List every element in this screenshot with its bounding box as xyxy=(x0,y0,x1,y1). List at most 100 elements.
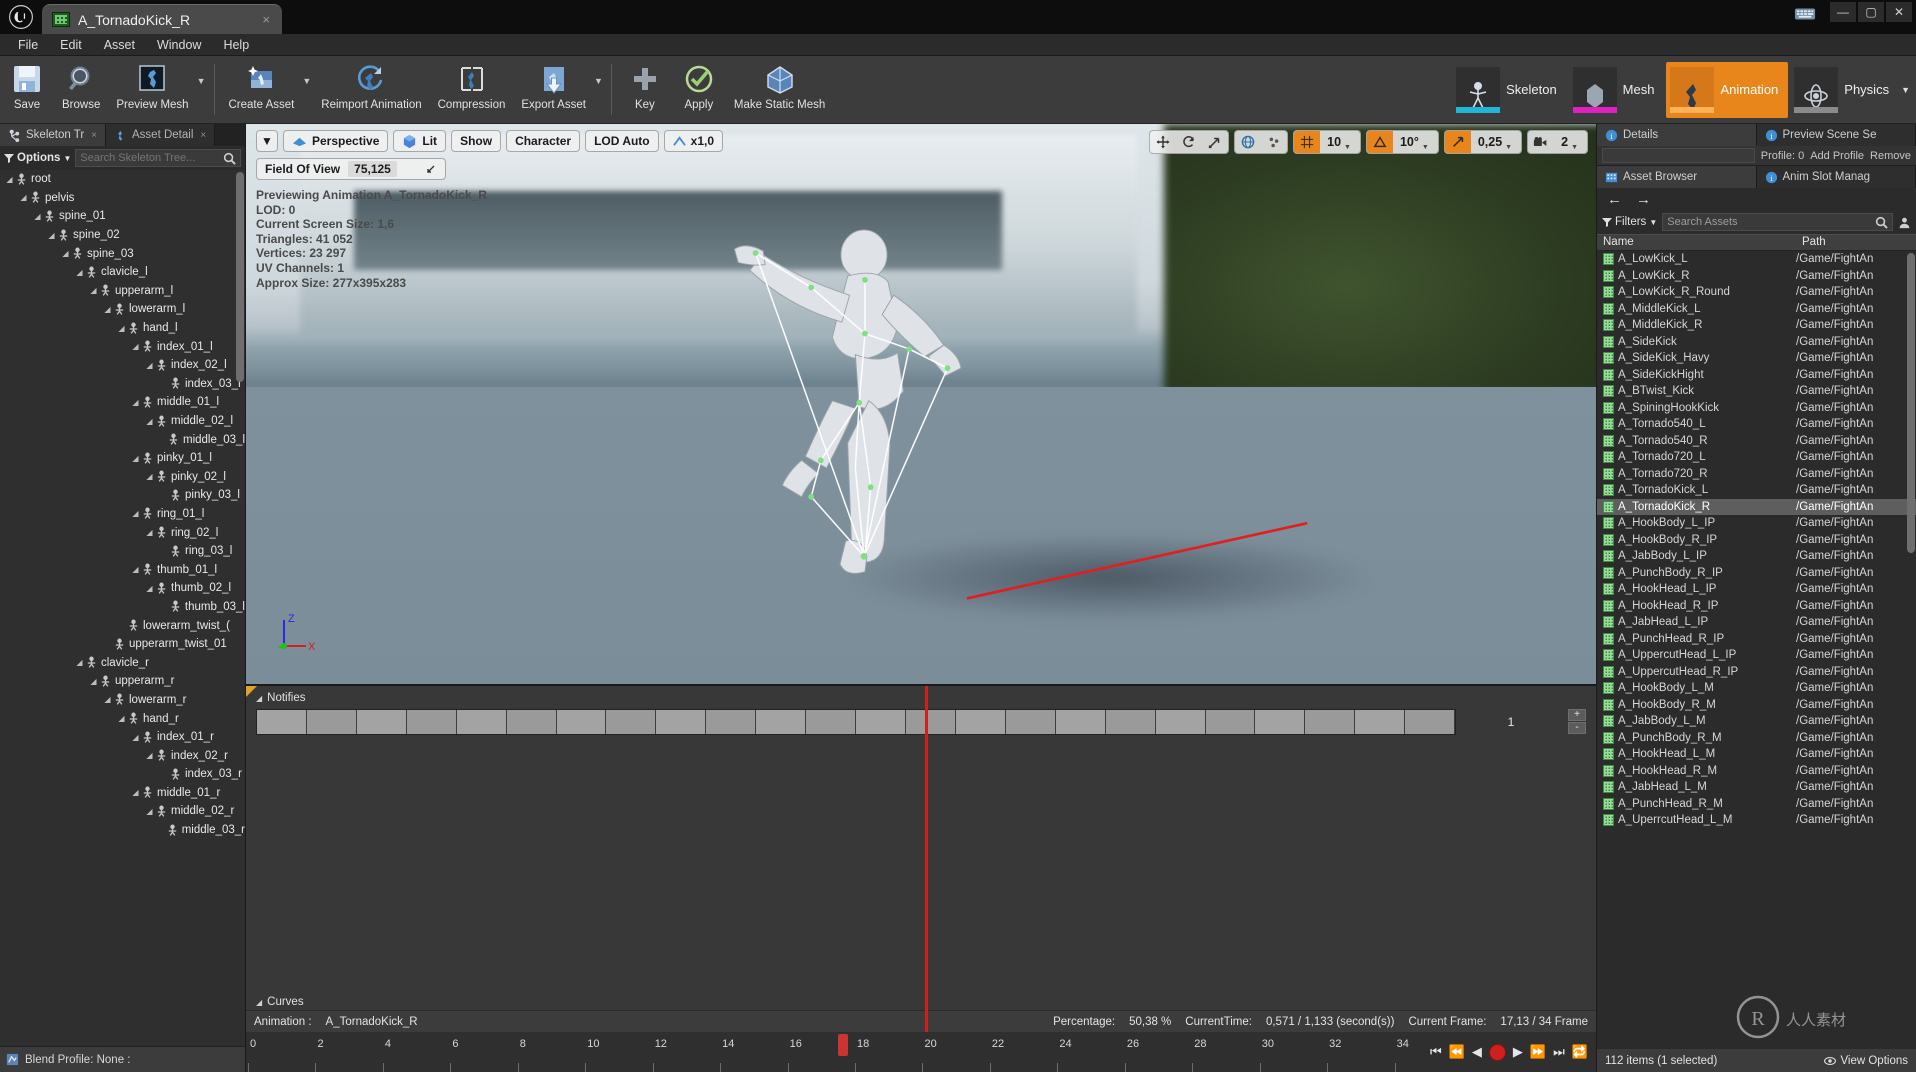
asset-row[interactable]: A_HookHead_R_M/Game/FightAn xyxy=(1597,763,1916,780)
notify-track-segment[interactable] xyxy=(1105,710,1156,734)
asset-row[interactable]: A_UperrcutHead_L_M/Game/FightAn xyxy=(1597,812,1916,829)
skeleton-tree-row[interactable]: ◢ ring_02_l xyxy=(0,523,245,542)
tree-expander-icon[interactable]: ◢ xyxy=(116,324,127,333)
viewport-lod-button[interactable]: LOD Auto xyxy=(585,130,659,152)
toolbar-browse-button[interactable]: Browse xyxy=(54,56,108,123)
notify-track-segment[interactable] xyxy=(756,710,807,734)
notify-track-segment[interactable] xyxy=(1255,710,1306,734)
skeleton-tree-row[interactable]: ◢ thumb_01_l xyxy=(0,560,245,579)
skeleton-tree-row[interactable]: ◢ index_02_l xyxy=(0,356,245,375)
skeleton-tree-row[interactable]: ◢ lowerarm_r xyxy=(0,691,245,710)
menu-file[interactable]: File xyxy=(8,36,48,54)
notify-track-segment[interactable] xyxy=(1205,710,1256,734)
notifies-track[interactable] xyxy=(256,686,1456,1072)
notify-track-segment[interactable] xyxy=(856,710,906,734)
curves-section-header[interactable]: ◢ Curves xyxy=(246,996,1596,1010)
menu-help[interactable]: Help xyxy=(213,36,259,54)
skeleton-tree-row[interactable]: upperarm_twist_01 xyxy=(0,635,245,654)
notify-track-segment[interactable] xyxy=(356,710,407,734)
tab-preview-scene-settings[interactable]: i Preview Scene Se xyxy=(1756,124,1916,146)
skeleton-tree-row[interactable]: lowerarm_twist_( xyxy=(0,616,245,635)
fov-drag-handle-icon[interactable] xyxy=(425,163,437,175)
timeline[interactable]: 0 2 4 6 8 10 12 14 16 18 20 22 24 26 28 30 32 34 ⏮ ⏪ ◀ ▶ … xyxy=(246,1032,1596,1072)
tab-asset-browser[interactable]: Asset Browser xyxy=(1597,166,1757,188)
skeleton-tree-scrollbar[interactable] xyxy=(236,172,244,382)
asset-row[interactable]: A_JabBody_L_M/Game/FightAn xyxy=(1597,713,1916,730)
tab-anim-slot-manager[interactable]: i Anim Slot Manag xyxy=(1756,166,1916,188)
toolbar-preview-mesh-button[interactable]: Preview Mesh xyxy=(108,56,196,123)
skeleton-tree-row[interactable]: middle_03_l xyxy=(0,430,245,449)
create-asset-dropdown-caret[interactable]: ▼ xyxy=(302,56,313,123)
asset-row[interactable]: A_HookBody_L_IP/Game/FightAn xyxy=(1597,515,1916,532)
notify-track-segment[interactable] xyxy=(706,710,757,734)
asset-row[interactable]: A_SpiningHookKick/Game/FightAn xyxy=(1597,400,1916,417)
tree-expander-icon[interactable]: ◢ xyxy=(32,212,43,221)
menu-window[interactable]: Window xyxy=(147,36,211,54)
grid-snap-toggle-icon[interactable] xyxy=(1294,131,1321,153)
skeleton-tree-row[interactable]: ◢ hand_l xyxy=(0,319,245,338)
notify-track-segment[interactable] xyxy=(1155,710,1206,734)
notify-track-segment[interactable] xyxy=(456,710,507,734)
tree-expander-icon[interactable]: ◢ xyxy=(144,584,155,593)
toolbar-compression-button[interactable]: Compression xyxy=(430,56,514,123)
minimize-button[interactable]: — xyxy=(1830,2,1856,22)
remove-notify-track-button[interactable]: - xyxy=(1568,722,1586,734)
skeleton-tree-row[interactable]: ◢ pinky_01_l xyxy=(0,449,245,468)
mode-skeleton-button[interactable]: Skeleton xyxy=(1452,62,1567,118)
grid-snap-caret-icon[interactable]: ▼ xyxy=(1344,144,1351,153)
mode-overflow-caret[interactable]: ▼ xyxy=(1901,85,1910,95)
asset-row[interactable]: A_UppercutHead_R_IP/Game/FightAn xyxy=(1597,664,1916,681)
document-tab[interactable]: A_TornadoKick_R × xyxy=(42,4,282,34)
notify-track-segment[interactable] xyxy=(506,710,557,734)
notify-track-segment[interactable] xyxy=(1355,710,1406,734)
notify-track-segment[interactable] xyxy=(257,710,307,734)
step-backward-button[interactable]: ⏪ xyxy=(1449,1044,1465,1060)
maximize-button[interactable]: ▢ xyxy=(1858,2,1884,22)
record-button[interactable] xyxy=(1488,1043,1506,1061)
asset-row[interactable]: A_Tornado720_L/Game/FightAn xyxy=(1597,449,1916,466)
skip-to-start-button[interactable]: ⏮ xyxy=(1430,1044,1442,1060)
skeleton-tree-row[interactable]: pinky_03_l xyxy=(0,486,245,505)
asset-row[interactable]: A_MiddleKick_L/Game/FightAn xyxy=(1597,301,1916,318)
camera-speed-value[interactable]: 2 ▼ xyxy=(1554,131,1587,153)
asset-row[interactable]: A_LowKick_R/Game/FightAn xyxy=(1597,268,1916,285)
tree-expander-icon[interactable]: ◢ xyxy=(130,342,141,351)
toolbar-make-static-mesh-button[interactable]: Make Static Mesh xyxy=(726,56,833,123)
field-of-view-control[interactable]: Field Of View 75,125 xyxy=(256,158,446,180)
viewport-character-button[interactable]: Character xyxy=(506,130,581,152)
rotation-snap-toggle-icon[interactable] xyxy=(1366,131,1393,153)
skeleton-tree-row[interactable]: index_03_r xyxy=(0,765,245,784)
skeleton-tree-row[interactable]: ◢ pinky_02_l xyxy=(0,468,245,487)
skeleton-tree-row[interactable]: ◢ pelvis xyxy=(0,189,245,208)
tree-expander-icon[interactable]: ◢ xyxy=(74,658,85,667)
toolbar-apply-button[interactable]: Apply xyxy=(672,56,726,123)
asset-row[interactable]: A_PunchHead_R_M/Game/FightAn xyxy=(1597,796,1916,813)
step-forward-button[interactable]: ⏩ xyxy=(1530,1044,1546,1060)
skeleton-tree-row[interactable]: ◢ index_01_r xyxy=(0,728,245,747)
notify-track-segment[interactable] xyxy=(1405,710,1456,734)
asset-search-box[interactable]: Search Assets xyxy=(1662,213,1893,231)
tree-expander-icon[interactable]: ◢ xyxy=(88,677,99,686)
skeleton-tree-row[interactable]: ◢ middle_02_l xyxy=(0,412,245,431)
asset-list-scrollbar[interactable] xyxy=(1907,253,1915,553)
camera-speed-caret-icon[interactable]: ▼ xyxy=(1571,144,1578,153)
asset-row[interactable]: A_Tornado720_R/Game/FightAn xyxy=(1597,466,1916,483)
view-options-button[interactable]: View Options xyxy=(1824,1055,1908,1067)
menu-asset[interactable]: Asset xyxy=(94,36,145,54)
notify-track-segment[interactable] xyxy=(606,710,657,734)
mode-mesh-button[interactable]: Mesh xyxy=(1569,62,1665,118)
toolbar-key-button[interactable]: Key xyxy=(618,56,672,123)
nav-back-button[interactable]: ← xyxy=(1607,191,1622,208)
asset-row[interactable]: A_PunchHead_R_IP/Game/FightAn xyxy=(1597,631,1916,648)
play-button[interactable]: ▶ xyxy=(1513,1044,1523,1060)
tree-expander-icon[interactable]: ◢ xyxy=(60,249,71,258)
asset-row[interactable]: A_HookBody_R_IP/Game/FightAn xyxy=(1597,532,1916,549)
play-reverse-button[interactable]: ◀ xyxy=(1472,1044,1482,1060)
notify-track-segment[interactable] xyxy=(955,710,1006,734)
viewport-show-button[interactable]: Show xyxy=(451,130,502,152)
notify-track-segment[interactable] xyxy=(306,710,357,734)
scale-icon[interactable] xyxy=(1202,131,1228,153)
viewport-lit-button[interactable]: Lit xyxy=(393,130,447,152)
options-caret-icon[interactable]: ▼ xyxy=(63,154,71,163)
notify-track-segment[interactable] xyxy=(1055,710,1106,734)
